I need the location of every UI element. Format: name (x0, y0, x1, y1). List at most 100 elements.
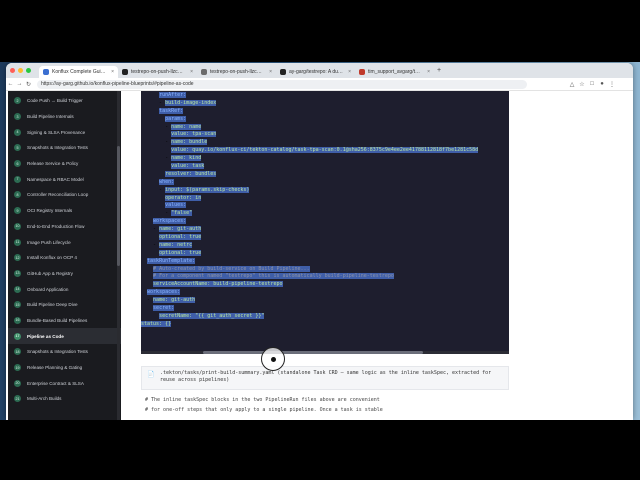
tab-label: testrepo-on-push-llzcq – Dri (210, 69, 264, 75)
tab-close-icon[interactable]: × (427, 69, 430, 75)
sidebar-item-label: Release Planning & Gating (27, 365, 83, 371)
code-text: serviceAccountName: build-pipeline-testr… (153, 281, 283, 288)
extensions-icon[interactable]: □ (587, 81, 597, 87)
bookmark-star-icon[interactable]: ☆ (577, 81, 587, 88)
sidebar-item-label: GitHub App & Registry (27, 270, 73, 276)
sidebar-item[interactable]: 19 Release Planning & Gating (8, 360, 121, 376)
sidebar-scroll-thumb[interactable] (117, 146, 120, 266)
code-text: values: (165, 202, 187, 209)
tab-close-icon[interactable]: × (111, 69, 114, 75)
sidebar-item[interactable]: 17 Pipeline as Code (8, 328, 121, 344)
minimize-window-icon[interactable] (18, 68, 23, 73)
sidebar-item[interactable]: 16 Bundle-Based Build Pipelines (8, 313, 121, 329)
code-text: name: kind (171, 155, 202, 162)
code-text: value: tpa-scan (171, 131, 217, 138)
code-block[interactable]: runAfter: - build-image-index taskRef: p… (141, 91, 509, 353)
code-line: taskRef: (141, 107, 509, 116)
tab-strip: Konflux Complete Guide — E×testrepo-on-p… (6, 63, 633, 78)
browser-tab[interactable]: testrepo-on-push-llzcq – Dri × (197, 66, 276, 78)
sidebar-item[interactable]: 8 Controller Reconciliation Loop (8, 187, 121, 203)
code-line: - name: kind (141, 155, 509, 163)
code-text: optional: true (159, 249, 202, 256)
close-window-icon[interactable] (10, 68, 15, 73)
maximize-window-icon[interactable] (26, 68, 31, 73)
tab-close-icon[interactable]: × (348, 69, 351, 75)
menu-icon[interactable]: ⋮ (607, 81, 617, 88)
sidebar-item[interactable]: 20 Enterprise Contract & SLSA (8, 375, 121, 391)
sidebar-item-number: 10 (14, 222, 21, 230)
code-line: status: {} (141, 320, 509, 329)
tab-label: Konflux Complete Guide — E (52, 69, 107, 75)
sidebar-item[interactable]: 10 End-to-End Production Flow (8, 219, 121, 235)
sidebar-item[interactable]: 7 Namespace & RBAC Model (8, 171, 121, 187)
code-line: workspaces: (141, 218, 509, 226)
sidebar-item[interactable]: 4 Signing & SLSA Provenance (8, 124, 121, 140)
code-scroll-thumb[interactable] (203, 351, 423, 354)
sidebar-item-number: 2 (14, 97, 21, 105)
forward-icon[interactable]: → (15, 81, 24, 87)
sidebar-item-label: End-to-End Production Flow (27, 223, 85, 229)
tabs: Konflux Complete Guide — E×testrepo-on-p… (39, 63, 434, 78)
code-text: when: (159, 178, 175, 185)
code-line: operator: in (141, 194, 509, 203)
sidebar-item[interactable]: 3 Build Pipeline Internals (8, 109, 121, 125)
sidebar-item[interactable]: 5 Snapshots & Integration Tests (8, 140, 121, 156)
browser-tab[interactable]: tim_support_avgarg/testrep × (355, 66, 434, 78)
url-bar[interactable]: https://ay-garg.github.io/konflux-pipeli… (37, 79, 527, 89)
new-tab-button[interactable]: + (437, 67, 441, 74)
sidebar-item-label: Release Service & Policy (27, 161, 79, 167)
sidebar-item-label: Snapshots & Integration Tests (27, 145, 88, 151)
sidebar-item[interactable]: 18 Snapshots & Integration Tests (8, 344, 121, 360)
code-text: name: bundle (171, 139, 208, 146)
code-line: params: (141, 115, 509, 124)
profile-icon[interactable]: ● (597, 81, 607, 87)
browser-window: Konflux Complete Guide — E×testrepo-on-p… (6, 63, 633, 420)
sidebar-item-label: Build Pipeline Internals (27, 114, 74, 120)
tab-label: testrepo-on-push-llzcq – Dri (131, 69, 185, 75)
tab-close-icon[interactable]: × (190, 69, 193, 75)
share-icon[interactable]: △ (567, 81, 577, 88)
sidebar-item[interactable]: 11 Image Push Lifecycle (8, 234, 121, 250)
sidebar-item[interactable]: 14 Onboard Application (8, 281, 121, 297)
code-text: runAfter: (159, 92, 187, 98)
browser-tab[interactable]: Konflux Complete Guide — E × (39, 66, 118, 78)
sidebar-item[interactable]: 13 GitHub App & Registry (8, 266, 121, 282)
code-text: resolver: bundles (165, 170, 217, 177)
code-text: secret: (153, 305, 175, 312)
sidebar-item-number: 12 (14, 254, 21, 262)
browser-tab[interactable]: ay-garg/testrepo: A dummy × (276, 66, 355, 78)
sidebar-item[interactable]: 12 Install Konflux on OCP 4 (8, 250, 121, 266)
sidebar-item-label: Image Push Lifecycle (27, 239, 71, 245)
screen: Konflux Complete Guide — E×testrepo-on-p… (0, 0, 640, 480)
tab-close-icon[interactable]: × (269, 69, 272, 75)
url-text: https://ay-garg.github.io/konflux-pipeli… (41, 81, 194, 87)
code-text: status: {} (141, 320, 172, 327)
reload-icon[interactable]: ↻ (24, 81, 33, 88)
tab-favicon-icon (280, 69, 286, 75)
sidebar-item[interactable]: 6 Release Service & Policy (8, 156, 121, 172)
sidebar-item-number: 19 (14, 364, 21, 372)
sidebar-item[interactable]: 2 Code Push → Build Trigger (8, 93, 121, 109)
sidebar-item[interactable]: 9 OCI Registry Internals (8, 203, 121, 219)
screen-bottom-border (0, 420, 640, 480)
back-icon[interactable]: ← (6, 81, 15, 87)
code-line: value: task (141, 163, 509, 171)
code-line: optional: true (141, 234, 509, 242)
sidebar-item-label: Namespace & RBAC Model (27, 176, 84, 182)
code-line: values: (141, 202, 509, 210)
sidebar-item-label: Signing & SLSA Provenance (27, 129, 86, 135)
sidebar-item[interactable]: 21 Multi-Arch Builds (8, 391, 121, 407)
sidebar-item-number: 5 (14, 144, 21, 152)
sidebar-item[interactable]: 15 Build Pipeline Deep Dive (8, 297, 121, 313)
browser-tab[interactable]: testrepo-on-push-llzcq – Dri × (118, 66, 197, 78)
address-toolbar: ← → ↻ https://ay-garg.github.io/konflux-… (6, 78, 633, 91)
